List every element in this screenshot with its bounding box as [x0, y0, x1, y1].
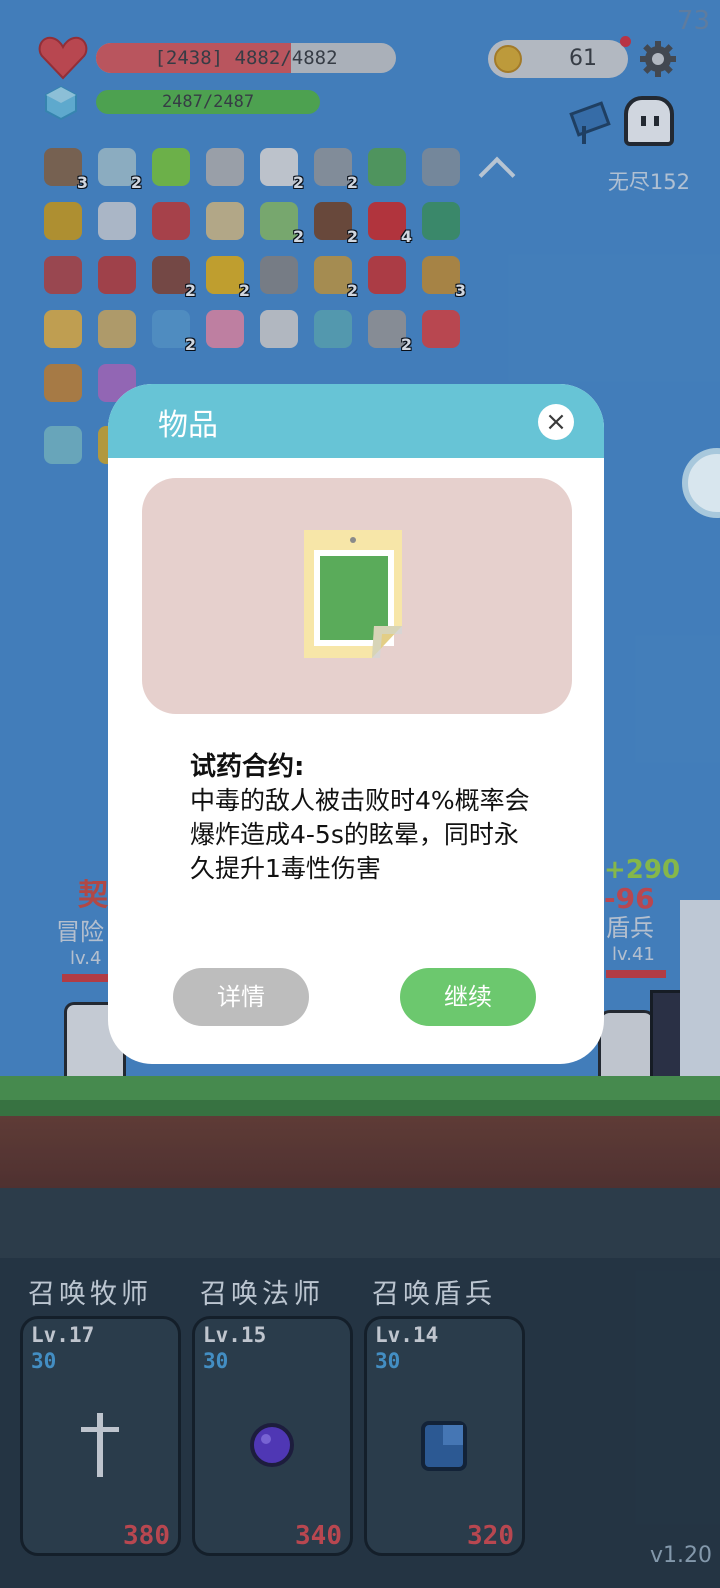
- item-description: 中毒的敌人被击败时4%概率会爆炸造成4-5s的眩晕，同时永久提升1毒性伤害: [190, 786, 530, 883]
- continue-button[interactable]: 继续: [400, 968, 536, 1026]
- item-preview: [142, 478, 572, 714]
- close-button[interactable]: ×: [538, 404, 574, 440]
- contract-icon: [304, 530, 402, 658]
- modal-title: 物品: [158, 408, 218, 443]
- game-screen: 契 冒险 lv.4 +290 -96 盾兵 lv.41 73 [2438] 48…: [0, 0, 720, 1588]
- item-name: 试药合约:: [190, 752, 305, 782]
- item-modal: 物品 × 试药合约: 中毒的敌人被击败时4%概率会爆炸造成4-5s的眩晕，同时永…: [108, 384, 604, 1064]
- detail-button[interactable]: 详情: [173, 968, 309, 1026]
